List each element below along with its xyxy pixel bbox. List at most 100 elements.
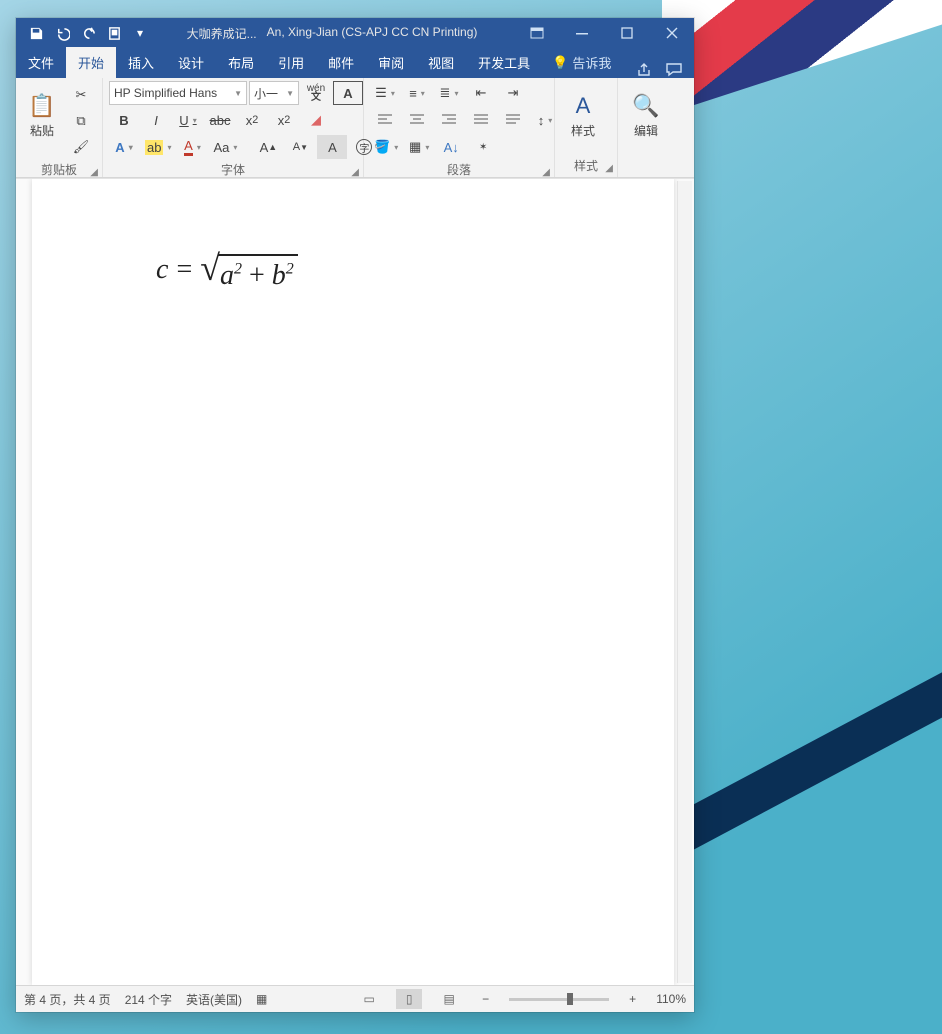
char-shading-button[interactable]: A [317, 135, 347, 159]
tell-me[interactable]: 💡 告诉我 [542, 47, 621, 78]
zoom-level[interactable]: 110% [656, 992, 686, 1006]
highlight-button[interactable]: ab ▾ [141, 135, 175, 159]
outdent-icon: ⇤ [476, 85, 487, 101]
char-border-button[interactable]: A [333, 81, 363, 105]
chevron-down-icon: ▾ [167, 143, 171, 152]
lightbulb-icon: 💡 [552, 55, 568, 71]
grow-font-button[interactable]: A▲ [253, 135, 283, 159]
scissors-icon: ✂ [76, 87, 87, 103]
tab-layout[interactable]: 布局 [216, 47, 266, 78]
read-mode-button[interactable]: ▭ [356, 989, 382, 1009]
align-center-button[interactable] [402, 108, 432, 132]
touch-mode-icon[interactable] [104, 23, 124, 43]
paste-label: 粘贴 [30, 122, 54, 139]
format-painter-button[interactable]: 🖌 [66, 135, 96, 159]
highlight-icon: ab [145, 140, 163, 155]
desktop-background: ▾ 大咖养成记... An, Xing-Jian (CS-APJ CC CN P… [0, 0, 942, 1034]
page-indicator[interactable]: 第 4 页，共 4 页 [24, 991, 111, 1008]
comments-icon[interactable] [666, 62, 684, 78]
numbering-icon: ≡ [409, 86, 417, 101]
dialog-launcher-icon[interactable]: ◢ [605, 163, 613, 174]
eq-sqrt: √ a2 + b2 [200, 254, 298, 292]
minimize-button[interactable] [559, 18, 604, 48]
word-count[interactable]: 214 个字 [125, 991, 172, 1008]
bold-button[interactable]: B [109, 108, 139, 132]
tab-view[interactable]: 视图 [416, 47, 466, 78]
doc-title: 大咖养成记... [187, 25, 257, 42]
tab-review[interactable]: 审阅 [366, 47, 416, 78]
save-icon[interactable] [26, 23, 46, 43]
numbering-button[interactable]: ≡▾ [402, 81, 432, 105]
zoom-thumb[interactable] [567, 993, 573, 1005]
close-button[interactable] [649, 18, 694, 48]
ribbon-display-icon[interactable] [514, 18, 559, 48]
chevron-down-icon: ▾ [233, 143, 237, 152]
status-bar: 第 4 页，共 4 页 214 个字 英语(美国) ▦ ▭ ▯ ▤ − + 11… [16, 985, 694, 1012]
increase-indent-button[interactable]: ⇥ [498, 81, 528, 105]
zoom-out-button[interactable]: − [476, 992, 495, 1006]
tell-me-label: 告诉我 [572, 53, 611, 72]
strikethrough-button[interactable]: abc [205, 108, 235, 132]
borders-icon: ▦ [409, 139, 421, 155]
decrease-indent-button[interactable]: ⇤ [466, 81, 496, 105]
italic-button[interactable]: I [141, 108, 171, 132]
group-label-editing [624, 158, 674, 177]
show-marks-button[interactable]: ✶ [468, 135, 498, 159]
document-page[interactable]: c = √ a2 + b2 [32, 179, 674, 985]
tab-file[interactable]: 文件 [16, 47, 66, 78]
undo-icon[interactable] [52, 23, 72, 43]
vertical-scrollbar[interactable] [677, 181, 692, 983]
title-bar: ▾ 大咖养成记... An, Xing-Jian (CS-APJ CC CN P… [16, 18, 694, 48]
align-left-button[interactable] [370, 108, 400, 132]
sort-button[interactable]: A↓ [436, 135, 466, 159]
web-layout-button[interactable]: ▤ [436, 989, 462, 1009]
tab-mailings[interactable]: 邮件 [316, 47, 366, 78]
font-name-combo[interactable]: HP Simplified Hans▼ [109, 81, 247, 105]
superscript-button[interactable]: x2 [269, 108, 299, 132]
qat-customize-icon[interactable]: ▾ [130, 23, 150, 43]
paste-button[interactable]: 📋 粘贴 [22, 81, 62, 151]
eq-b: b [272, 260, 286, 291]
zoom-slider[interactable] [509, 998, 609, 1001]
cut-button[interactable]: ✂ [66, 83, 96, 107]
brush-icon: 🖌 [73, 139, 90, 155]
copy-button[interactable]: ⧉ [66, 109, 96, 133]
distributed-button[interactable] [498, 108, 528, 132]
multilevel-button[interactable]: ≣▾ [434, 81, 464, 105]
tab-references[interactable]: 引用 [266, 47, 316, 78]
phonetic-guide-button[interactable]: wén文 [301, 81, 331, 105]
align-right-button[interactable] [434, 108, 464, 132]
dialog-launcher-icon[interactable]: ◢ [542, 167, 550, 178]
maximize-button[interactable] [604, 18, 649, 48]
tab-developer[interactable]: 开发工具 [466, 47, 542, 78]
change-case-button[interactable]: Aa▾ [209, 135, 241, 159]
dialog-launcher-icon[interactable]: ◢ [351, 167, 359, 178]
tab-insert[interactable]: 插入 [116, 47, 166, 78]
tab-home[interactable]: 开始 [66, 47, 116, 78]
font-color-button[interactable]: A▾ [177, 135, 207, 159]
shrink-font-button[interactable]: A▼ [285, 135, 315, 159]
font-size-combo[interactable]: 小一▼ [249, 81, 299, 105]
justify-button[interactable] [466, 108, 496, 132]
text-effects-button[interactable]: A▾ [109, 135, 139, 159]
language-indicator[interactable]: 英语(美国) [186, 991, 242, 1008]
underline-button[interactable]: U▾ [173, 108, 203, 132]
bullets-button[interactable]: ☰▾ [370, 81, 400, 105]
shading-button[interactable]: 🪣▾ [370, 135, 402, 159]
redo-icon[interactable] [78, 23, 98, 43]
copy-icon: ⧉ [76, 113, 85, 129]
dialog-launcher-icon[interactable]: ◢ [90, 167, 98, 178]
equation-object[interactable]: c = √ a2 + b2 [156, 254, 298, 292]
subscript-button[interactable]: x2 [237, 108, 267, 132]
print-layout-button[interactable]: ▯ [396, 989, 422, 1009]
borders-button[interactable]: ▦▾ [404, 135, 434, 159]
web-icon: ▤ [443, 992, 454, 1006]
clear-format-button[interactable]: ◢ [301, 108, 331, 132]
window-controls [514, 18, 694, 48]
editing-button[interactable]: 🔍 编辑 [624, 81, 668, 151]
share-icon[interactable] [636, 62, 652, 78]
macro-indicator[interactable]: ▦ [256, 992, 267, 1006]
styles-button[interactable]: A 样式 [561, 81, 605, 151]
zoom-in-button[interactable]: + [623, 992, 642, 1006]
tab-design[interactable]: 设计 [166, 47, 216, 78]
